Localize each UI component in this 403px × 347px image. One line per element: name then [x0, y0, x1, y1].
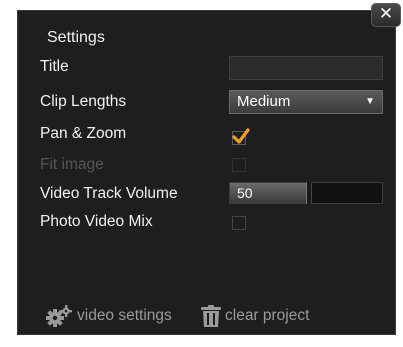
chevron-down-icon: ▼ — [365, 96, 375, 107]
video-track-volume-label: Video Track Volume — [40, 185, 178, 202]
title-input[interactable] — [229, 56, 383, 80]
clear-project-button[interactable]: clear project — [200, 304, 309, 328]
fit-image-checkbox — [232, 158, 246, 172]
fit-image-label: Fit image — [40, 156, 104, 173]
clear-project-label: clear project — [225, 307, 310, 324]
photo-video-mix-label: Photo Video Mix — [40, 213, 153, 230]
trash-icon — [201, 305, 221, 327]
video-track-volume-slider[interactable]: 50 — [229, 182, 383, 204]
panel-title: Settings — [47, 29, 105, 46]
clip-lengths-value: Medium — [237, 93, 291, 110]
video-settings-label: video settings — [77, 307, 172, 324]
slider-value: 50 — [237, 185, 253, 201]
slider-handle[interactable] — [306, 182, 312, 204]
pan-zoom-checkbox[interactable] — [232, 128, 250, 145]
video-settings-button[interactable]: video settings — [44, 304, 172, 328]
title-label: Title — [40, 58, 69, 75]
close-button[interactable]: ✕ — [371, 3, 401, 27]
pan-zoom-label: Pan & Zoom — [40, 125, 127, 142]
clip-lengths-label: Clip Lengths — [40, 93, 127, 110]
photo-video-mix-checkbox[interactable] — [232, 216, 246, 230]
gears-icon — [46, 305, 72, 327]
close-icon: ✕ — [378, 4, 394, 23]
checkmark-icon — [232, 128, 250, 144]
clip-lengths-select[interactable]: Medium ▼ — [229, 90, 383, 114]
